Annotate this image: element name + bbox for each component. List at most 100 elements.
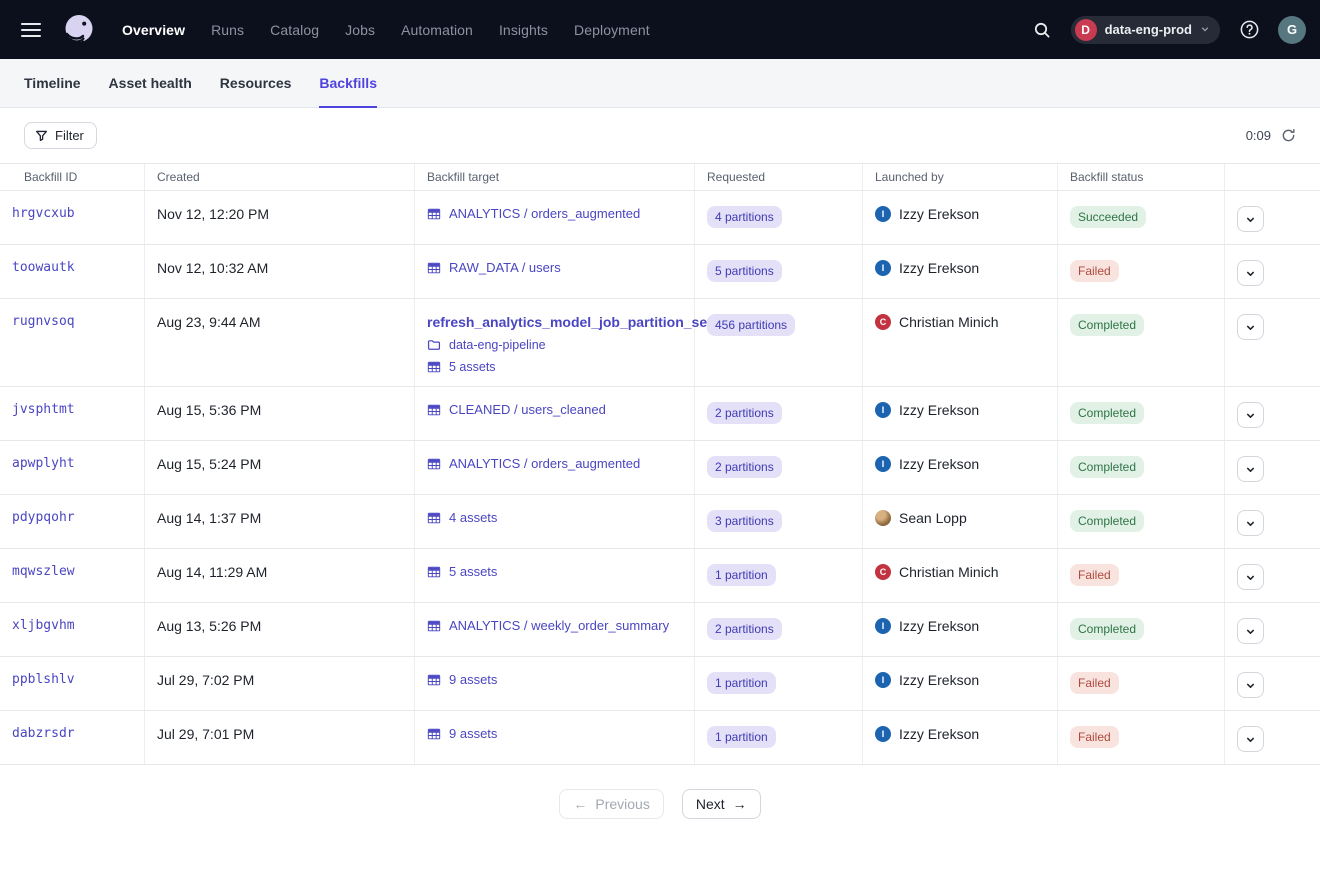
backfill-id-link[interactable]: toowautk: [12, 260, 75, 275]
backfill-target-job-link[interactable]: refresh_analytics_model_job_partition_se…: [427, 314, 712, 330]
nav-runs[interactable]: Runs: [211, 22, 244, 38]
next-page-button[interactable]: Next →: [682, 789, 761, 819]
tab-timeline[interactable]: Timeline: [24, 59, 81, 108]
partitions-badge: 1 partition: [707, 672, 776, 694]
backfill-id-link[interactable]: rugnvsoq: [12, 314, 75, 329]
backfill-id-link[interactable]: xljbgvhm: [12, 618, 75, 633]
table-icon: [427, 207, 441, 221]
requested-cell: 2 partitions: [695, 441, 863, 494]
avatar: C: [875, 314, 891, 330]
backfill-target-link[interactable]: 9 assets: [449, 726, 497, 741]
backfill-id-link[interactable]: hrgvcxub: [12, 206, 75, 221]
col-requested: Requested: [695, 164, 863, 190]
help-icon[interactable]: [1234, 15, 1264, 45]
backfill-target-link[interactable]: 4 assets: [449, 510, 497, 525]
avatar: I: [875, 402, 891, 418]
backfill-id-link[interactable]: apwplyht: [12, 456, 75, 471]
backfill-target-link[interactable]: 5 assets: [449, 564, 497, 579]
partitions-badge: 1 partition: [707, 564, 776, 586]
refresh-icon[interactable]: [1281, 128, 1296, 143]
requested-cell: 3 partitions: [695, 495, 863, 548]
filter-button[interactable]: Filter: [24, 122, 97, 149]
avatar: I: [875, 672, 891, 688]
actions-cell: [1225, 191, 1320, 244]
backfill-target-link[interactable]: 9 assets: [449, 672, 497, 687]
row-actions-button[interactable]: [1237, 314, 1264, 340]
deployment-switcher[interactable]: D data-eng-prod: [1071, 16, 1220, 44]
table-icon: [427, 360, 441, 374]
tab-resources[interactable]: Resources: [220, 59, 292, 108]
status-badge: Completed: [1070, 510, 1144, 532]
chevron-down-icon: [1245, 410, 1256, 421]
backfill-target-cell: 4 assets: [415, 495, 695, 548]
launched-by-cell: CChristian Minich: [863, 549, 1058, 602]
tab-backfills[interactable]: Backfills: [319, 59, 377, 108]
nav-automation[interactable]: Automation: [401, 22, 473, 38]
backfills-table: Backfill ID Created Backfill target Requ…: [0, 163, 1320, 765]
requested-cell: 456 partitions: [695, 299, 863, 386]
backfill-id-cell: pdypqohr: [0, 495, 145, 548]
row-actions-button[interactable]: [1237, 564, 1264, 590]
status-cell: Completed: [1058, 603, 1225, 656]
dagster-logo[interactable]: [60, 11, 98, 49]
backfill-id-cell: rugnvsoq: [0, 299, 145, 386]
nav-overview[interactable]: Overview: [122, 22, 185, 38]
backfill-id-link[interactable]: mqwszlew: [12, 564, 75, 579]
hamburger-menu-icon[interactable]: [16, 15, 46, 45]
row-actions-button[interactable]: [1237, 726, 1264, 752]
user-avatar[interactable]: G: [1278, 16, 1306, 44]
backfill-target-link[interactable]: CLEANED / users_cleaned: [449, 402, 606, 417]
backfill-target-cell: 9 assets: [415, 657, 695, 710]
backfill-id-link[interactable]: ppblshlv: [12, 672, 75, 687]
row-actions-button[interactable]: [1237, 672, 1264, 698]
nav-insights[interactable]: Insights: [499, 22, 548, 38]
created-cell: Nov 12, 10:32 AM: [145, 245, 415, 298]
overview-tabs: Timeline Asset health Resources Backfill…: [0, 59, 1320, 108]
backfill-id-link[interactable]: dabzrsdr: [12, 726, 75, 741]
actions-cell: [1225, 441, 1320, 494]
table-row: jvsphtmt Aug 15, 5:36 PM CLEANED / users_c…: [0, 387, 1320, 441]
search-icon[interactable]: [1027, 15, 1057, 45]
backfill-target-link[interactable]: RAW_DATA / users: [449, 260, 561, 275]
nav-deployment[interactable]: Deployment: [574, 22, 650, 38]
requested-cell: 1 partition: [695, 657, 863, 710]
backfill-target-link[interactable]: ANALYTICS / orders_augmented: [449, 456, 640, 471]
pipeline-link[interactable]: data-eng-pipeline: [449, 338, 546, 352]
backfill-id-link[interactable]: pdypqohr: [12, 510, 75, 525]
table-icon: [427, 673, 441, 687]
previous-page-button[interactable]: ← Previous: [559, 789, 663, 819]
launched-by-name: Christian Minich: [899, 314, 999, 330]
assets-link[interactable]: 5 assets: [449, 360, 496, 374]
row-actions-button[interactable]: [1237, 206, 1264, 232]
actions-cell: [1225, 549, 1320, 602]
backfill-id-cell: xljbgvhm: [0, 603, 145, 656]
nav-jobs[interactable]: Jobs: [345, 22, 375, 38]
filter-icon: [35, 129, 48, 142]
deployment-name: data-eng-prod: [1105, 22, 1192, 37]
launched-by-cell: IIzzy Erekson: [863, 603, 1058, 656]
row-actions-button[interactable]: [1237, 260, 1264, 286]
row-actions-button[interactable]: [1237, 510, 1264, 536]
launched-by-name: Izzy Erekson: [899, 402, 979, 418]
row-actions-button[interactable]: [1237, 456, 1264, 482]
status-badge: Succeeded: [1070, 206, 1146, 228]
row-actions-button[interactable]: [1237, 402, 1264, 428]
pagination: ← Previous Next →: [0, 789, 1320, 819]
chevron-down-icon: [1245, 518, 1256, 529]
row-actions-button[interactable]: [1237, 618, 1264, 644]
requested-cell: 5 partitions: [695, 245, 863, 298]
actions-cell: [1225, 711, 1320, 764]
backfill-target-cell: ANALYTICS / orders_augmented: [415, 191, 695, 244]
backfill-target-link[interactable]: ANALYTICS / orders_augmented: [449, 206, 640, 221]
nav-catalog[interactable]: Catalog: [270, 22, 319, 38]
backfill-target-cell: ANALYTICS / weekly_order_summary: [415, 603, 695, 656]
launched-by-cell: IIzzy Erekson: [863, 191, 1058, 244]
table-icon: [427, 727, 441, 741]
backfill-id-link[interactable]: jvsphtmt: [12, 402, 75, 417]
tab-asset-health[interactable]: Asset health: [109, 59, 192, 108]
requested-cell: 4 partitions: [695, 191, 863, 244]
created-cell: Aug 15, 5:36 PM: [145, 387, 415, 440]
status-cell: Succeeded: [1058, 191, 1225, 244]
backfill-id-cell: hrgvcxub: [0, 191, 145, 244]
backfill-target-link[interactable]: ANALYTICS / weekly_order_summary: [449, 618, 669, 633]
